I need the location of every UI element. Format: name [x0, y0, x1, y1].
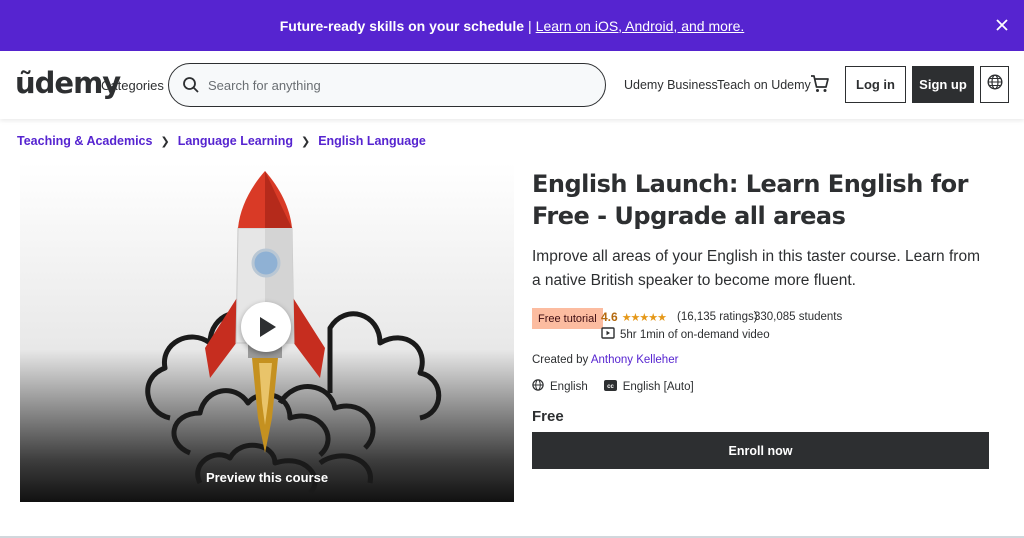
- promo-link[interactable]: Learn on iOS, Android, and more.: [536, 18, 745, 34]
- closed-captions-icon: cc: [603, 379, 617, 394]
- chevron-right-icon: ❯: [160, 135, 170, 148]
- promo-separator: |: [528, 17, 532, 34]
- close-icon[interactable]: [990, 13, 1014, 37]
- globe-icon: [532, 379, 544, 394]
- site-header: ũdemy Categories Udemy Business Teach on…: [0, 51, 1024, 119]
- rating-count-link[interactable]: (16,135 ratings): [677, 311, 758, 323]
- signup-button[interactable]: Sign up: [912, 66, 974, 103]
- created-by-label: Created by: [532, 354, 589, 366]
- star-rating-icon: ★★★★★: [621, 311, 667, 324]
- course-title: English Launch: Learn English for Free -…: [532, 170, 968, 230]
- course-subtitle: Improve all areas of your English in thi…: [532, 248, 980, 289]
- course-rating: 4.6 ★★★★★: [601, 310, 667, 324]
- cart-icon[interactable]: [810, 74, 830, 99]
- student-count: 330,085 students: [754, 311, 843, 323]
- course-language: English: [550, 380, 588, 393]
- breadcrumb: Teaching & Academics ❯ Language Learning…: [17, 134, 426, 148]
- promo-banner: Future-ready skills on your schedule | L…: [0, 0, 1024, 51]
- globe-icon: [986, 74, 1003, 95]
- search-bar: [168, 63, 606, 107]
- enroll-now-button[interactable]: Enroll now: [532, 432, 989, 469]
- created-by: Created by Anthony Kelleher: [532, 354, 678, 366]
- course-captions: English [Auto]: [622, 380, 694, 393]
- promo-headline: Future-ready skills on your schedule: [279, 17, 525, 34]
- video-length-text: 5hr 1min of on-demand video: [620, 329, 770, 341]
- breadcrumb-language-learning[interactable]: Language Learning: [178, 134, 293, 148]
- free-tutorial-badge: Free tutorial: [532, 308, 603, 329]
- breadcrumb-teaching-academics[interactable]: Teaching & Academics: [17, 134, 152, 148]
- play-icon: [260, 317, 276, 342]
- search-icon[interactable]: [182, 76, 200, 99]
- video-icon: [601, 327, 615, 343]
- course-preview[interactable]: Preview this course: [20, 163, 514, 502]
- play-button[interactable]: [241, 302, 291, 352]
- categories-menu[interactable]: Categories: [101, 78, 164, 93]
- chevron-right-icon: ❯: [300, 135, 311, 148]
- search-input[interactable]: [208, 64, 588, 106]
- preview-label: Preview this course: [205, 470, 329, 485]
- course-price: Free: [532, 408, 564, 425]
- video-length: 5hr 1min of on-demand video: [601, 327, 770, 343]
- svg-text:cc: cc: [607, 384, 614, 390]
- login-button[interactable]: Log in: [845, 66, 906, 103]
- rating-value: 4.6: [601, 310, 618, 324]
- teach-on-udemy-link[interactable]: Teach on Udemy: [717, 78, 811, 92]
- instructor-link[interactable]: Anthony Kelleher: [591, 354, 679, 366]
- udemy-business-link[interactable]: Udemy Business: [624, 78, 718, 92]
- language-button[interactable]: [980, 66, 1009, 103]
- breadcrumb-english-language[interactable]: English Language: [318, 134, 426, 148]
- language-info: English cc English [Auto]: [532, 379, 694, 394]
